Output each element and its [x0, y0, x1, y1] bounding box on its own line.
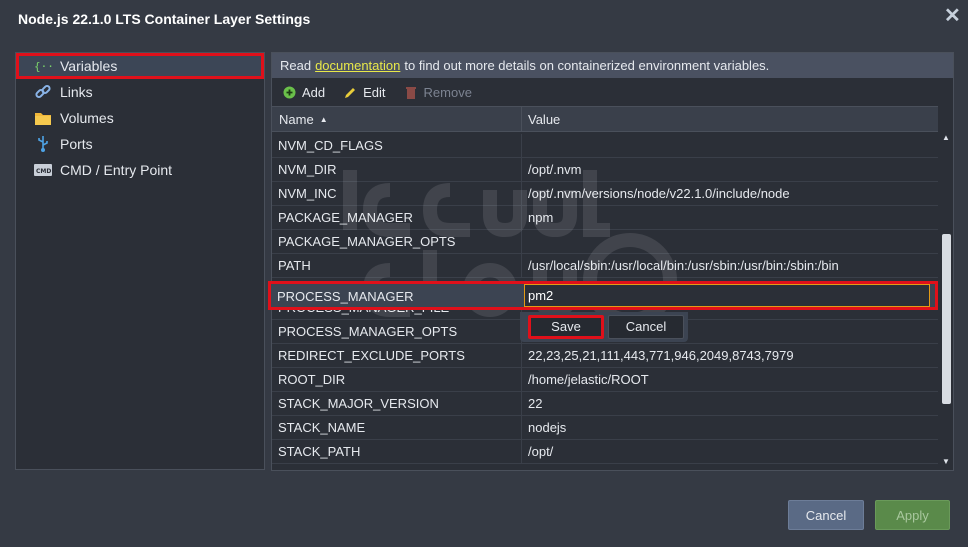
nav-item-label: Links [60, 84, 93, 100]
row-value-cell [522, 230, 938, 253]
row-name-cell: ROOT_DIR [272, 368, 522, 391]
row-value-cell: npm [528, 210, 554, 225]
nav-item-label: Volumes [60, 110, 114, 126]
nav-item-label: Ports [60, 136, 93, 152]
row-editor: PROCESS_MANAGER [268, 281, 938, 310]
table-row[interactable]: STACK_MAJOR_VERSION 22 [272, 392, 938, 416]
nav-item-variables[interactable]: {··} Variables [16, 53, 264, 79]
scroll-thumb[interactable] [942, 234, 951, 404]
scroll-down-icon[interactable]: ▼ [941, 457, 951, 467]
settings-nav: {··} Variables Links Volumes Ports CMD C… [15, 52, 265, 470]
trash-icon [404, 85, 418, 99]
nav-item-cmd-entry-point[interactable]: CMD CMD / Entry Point [16, 157, 264, 183]
info-prefix: Read [280, 58, 312, 73]
table-row[interactable]: PACKAGE_MANAGER_OPTS [272, 230, 938, 254]
row-name-cell: STACK_PATH [272, 440, 522, 463]
remove-label: Remove [423, 84, 472, 100]
row-name-cell: PACKAGE_MANAGER [272, 206, 522, 229]
table-row[interactable]: ROOT_DIR/home/jelastic/ROOT [272, 368, 938, 392]
svg-text:{··}: {··} [34, 60, 52, 73]
column-header-name[interactable]: Name ▲ [272, 107, 522, 131]
window-title: Node.js 22.1.0 LTS Container Layer Setti… [18, 11, 311, 27]
row-name-cell: NVM_CD_FLAGS [272, 134, 522, 157]
usb-icon [34, 135, 52, 153]
row-value-cell: /opt/.nvm/versions/node/v22.1.0/include/… [528, 186, 790, 201]
add-label: Add [302, 84, 326, 100]
value-input[interactable] [524, 284, 930, 307]
editor-cancel-button[interactable]: Cancel [608, 315, 684, 339]
folder-icon [34, 109, 52, 127]
row-value-cell: 22 [528, 396, 543, 411]
pencil-icon [343, 85, 357, 99]
info-suffix: to find out more details on containerize… [404, 58, 770, 73]
row-name-cell: NVM_INC [272, 182, 522, 205]
row-name-cell: STACK_NAME [272, 416, 522, 439]
remove-button[interactable]: Remove [404, 85, 472, 100]
row-name-cell: REDIRECT_EXCLUDE_PORTS [272, 344, 522, 367]
nav-item-links[interactable]: Links [16, 79, 264, 105]
toolbar: Add Edit Remove [272, 79, 953, 105]
nav-item-label: CMD / Entry Point [60, 162, 173, 178]
add-button[interactable]: Add [282, 85, 325, 100]
table-row[interactable]: PATH/usr/local/sbin:/usr/local/bin:/usr/… [272, 254, 938, 278]
table-row[interactable]: NVM_INC/opt/.nvm/versions/node/v22.1.0/i… [272, 182, 938, 206]
row-name-cell: PROCESS_MANAGER_OPTS [272, 320, 522, 343]
nav-item-ports[interactable]: Ports [16, 131, 264, 157]
svg-text:CMD: CMD [36, 168, 51, 175]
table-row[interactable]: PACKAGE_MANAGER npm [272, 206, 938, 230]
row-name-cell: STACK_MAJOR_VERSION [272, 392, 522, 415]
braces-icon: {··} [34, 57, 52, 75]
column-header-name-label: Name [279, 111, 314, 127]
save-button[interactable]: Save [528, 315, 604, 339]
row-value-cell: 22,23,25,21,111,443,771,946,2049,8743,79… [528, 348, 794, 363]
row-name-cell: PATH [272, 254, 522, 277]
link-icon [34, 83, 52, 101]
table-row[interactable]: STACK_NAME nodejs [272, 416, 938, 440]
row-value-cell: nodejs [528, 420, 567, 435]
nav-item-volumes[interactable]: Volumes [16, 105, 264, 131]
editor-name-cell: PROCESS_MANAGER [277, 289, 414, 304]
nav-item-label: Variables [60, 58, 118, 74]
edit-label: Edit [363, 84, 386, 100]
info-bar: Read documentation to find out more deta… [272, 53, 953, 78]
column-header-value-label: Value [528, 111, 561, 127]
row-name-cell: PACKAGE_MANAGER_OPTS [272, 230, 522, 253]
row-value-cell: /usr/local/sbin:/usr/local/bin:/usr/sbin… [528, 258, 839, 273]
row-value-cell [522, 134, 938, 157]
cmd-icon: CMD [34, 161, 52, 179]
row-value-cell: /opt/.nvm [528, 162, 582, 177]
row-name-cell: NVM_DIR [272, 158, 522, 181]
table-row[interactable]: REDIRECT_EXCLUDE_PORTS 22,23,25,21,111,44… [272, 344, 938, 368]
table-row[interactable]: NVM_DIR/opt/.nvm [272, 158, 938, 182]
add-icon [282, 85, 296, 99]
cancel-button[interactable]: Cancel [788, 500, 864, 530]
apply-button[interactable]: Apply [875, 500, 950, 530]
table-row[interactable]: STACK_PATH/opt/ [272, 440, 938, 464]
edit-button[interactable]: Edit [343, 84, 386, 100]
variables-panel: Read documentation to find out more deta… [271, 52, 954, 471]
column-header-value[interactable]: Value [522, 107, 938, 131]
row-value-cell: /home/jelastic/ROOT [528, 372, 649, 387]
row-value-cell: /opt/ [528, 444, 554, 459]
close-icon[interactable]: ✕ [944, 6, 961, 26]
scrollbar[interactable]: ▲ ▼ [939, 131, 953, 470]
grid-header: Name ▲ Value [272, 106, 938, 132]
sort-ascending-icon: ▲ [319, 114, 328, 124]
editor-buttons: Save Cancel [520, 312, 688, 342]
scroll-up-icon[interactable]: ▲ [941, 133, 951, 143]
table-row[interactable]: NVM_CD_FLAGS [272, 134, 938, 158]
documentation-link[interactable]: documentation [315, 58, 400, 73]
